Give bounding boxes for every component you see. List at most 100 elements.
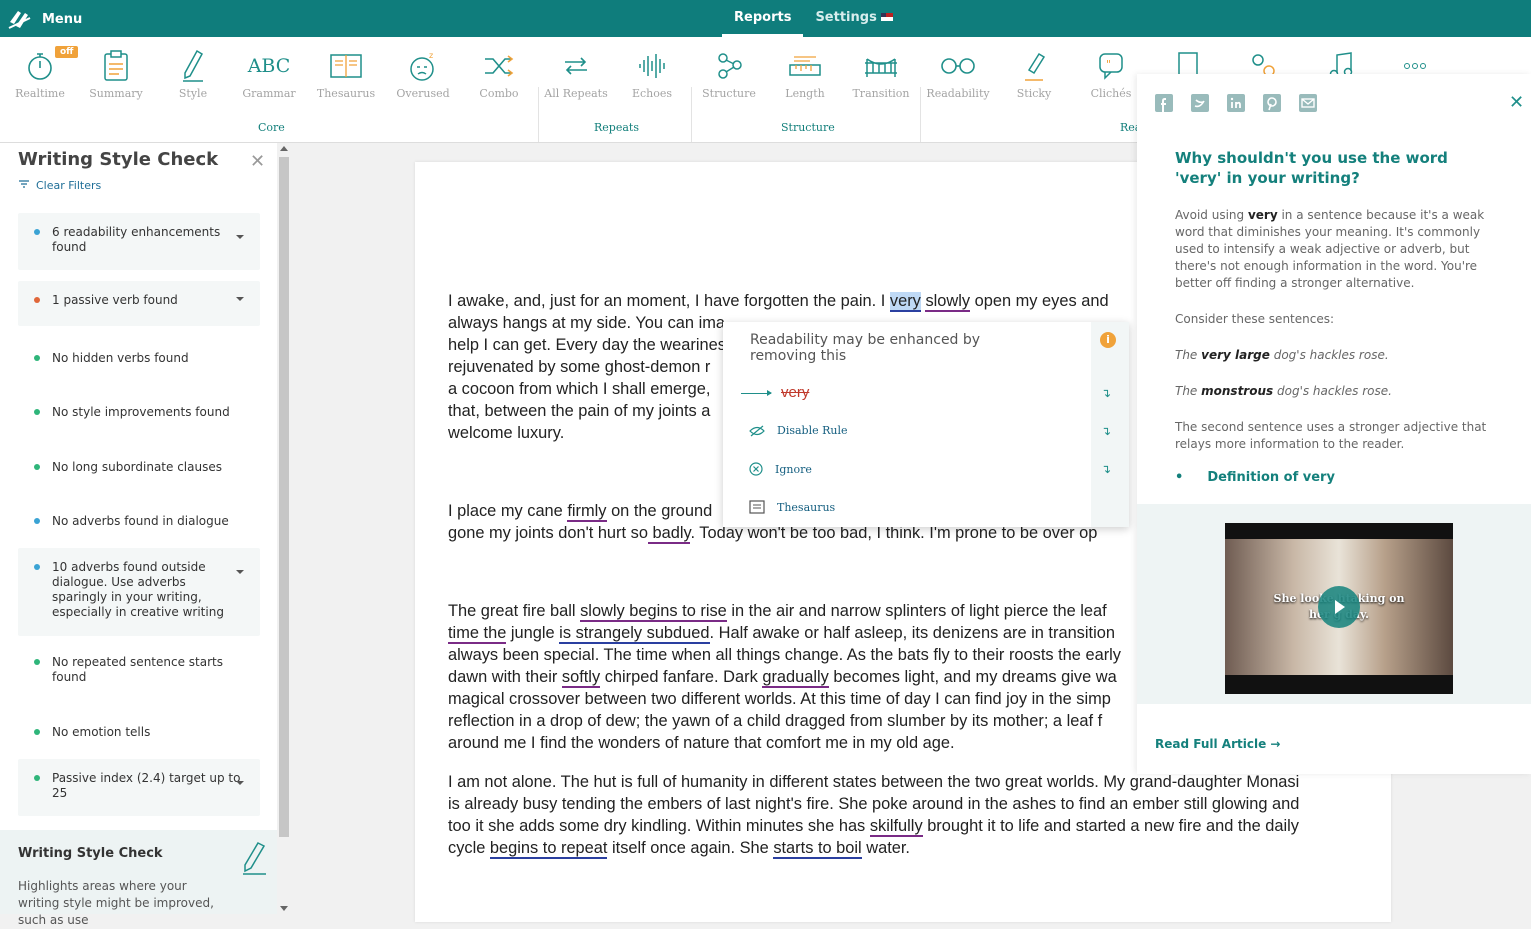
eye-off-icon (749, 425, 765, 436)
chevron-down-icon[interactable] (236, 781, 244, 785)
status-dot (34, 775, 40, 781)
result-item: No hidden verbs found (18, 339, 260, 379)
tool-style[interactable]: Style (155, 47, 231, 100)
text-run: too it she adds some dry kindling. Withi… (448, 817, 870, 835)
close-article-icon[interactable]: ✕ (1509, 92, 1524, 113)
tool-label: Sticky (1016, 87, 1052, 100)
tool-length[interactable]: Length (767, 47, 843, 100)
flagged-adverb[interactable]: softly (561, 668, 601, 688)
shuffle-icon (485, 55, 514, 77)
clear-filters-link[interactable]: Clear Filters (18, 179, 101, 192)
text-line: cycle begins to repeat itself once again… (448, 837, 1348, 859)
flagged-phrase[interactable]: is strangely subdued (559, 624, 710, 644)
flagged-adverb[interactable]: firmly (567, 502, 607, 522)
facebook-icon[interactable] (1155, 94, 1173, 112)
flagged-adverb[interactable]: badly (647, 524, 691, 544)
text-run: dawn with their (448, 668, 562, 686)
left-scrollbar[interactable] (277, 143, 291, 914)
scrollbar-thumb[interactable] (279, 157, 289, 837)
tool-readability[interactable]: Readability (920, 47, 996, 100)
flagged-adverb[interactable]: slowly (925, 292, 971, 312)
flagged-phrase[interactable]: starts to boil (773, 839, 862, 859)
flagged-adverb[interactable]: gradually (762, 668, 829, 688)
close-panel-icon[interactable]: ✕ (250, 151, 265, 172)
status-dot (34, 659, 40, 665)
tool-label: Thesaurus (316, 87, 376, 100)
result-item[interactable]: 1 passive verb found (18, 281, 260, 326)
result-item: No long subordinate clauses (18, 448, 260, 488)
email-icon[interactable] (1299, 94, 1317, 112)
text-line: too it she adds some dry kindling. Withi… (448, 815, 1348, 837)
svg-text:": " (1106, 58, 1111, 71)
chevron-down-icon[interactable] (236, 570, 244, 574)
tool-echoes[interactable]: Echoes (614, 47, 690, 100)
panel-title: Writing Style Check (18, 149, 219, 170)
circle-x-icon (749, 462, 763, 476)
tab-reports[interactable]: Reports (722, 0, 804, 37)
report-description: Writing Style Check Highlights areas whe… (0, 830, 277, 927)
text-run: jungle (506, 624, 560, 642)
result-text: No long subordinate clauses (52, 460, 222, 474)
result-item[interactable]: Passive index (2.4) target up to 25 (18, 759, 260, 816)
glasses-icon (941, 58, 975, 74)
glue-icon (1025, 52, 1046, 81)
text-run: The (1175, 348, 1202, 362)
tool-label: Realtime (15, 87, 65, 100)
video-player[interactable]: She looke htaking onher g day. (1225, 523, 1453, 694)
highlighted-word-very[interactable]: very (889, 292, 921, 312)
article-paragraph: Avoid using very in a sentence because i… (1175, 207, 1490, 292)
ignore-action[interactable]: Ignore (749, 462, 812, 476)
tool-transition[interactable]: Transition (843, 47, 919, 100)
bridge-icon (865, 58, 897, 77)
flagged-phrase[interactable]: time the (448, 624, 507, 644)
text-line: is already busy tending the embers of la… (448, 795, 1300, 813)
tool-thesaurus[interactable]: Thesaurus (308, 47, 384, 100)
apply-icon[interactable]: ↴ (1101, 424, 1111, 438)
twitter-icon[interactable] (1191, 94, 1209, 112)
share-buttons (1155, 94, 1317, 112)
linkedin-icon[interactable] (1227, 94, 1245, 112)
paragraph-4[interactable]: I am not alone. The hut is full of human… (448, 771, 1348, 859)
suggestion-removal[interactable]: very (781, 384, 809, 401)
tool-label: Summary (89, 87, 143, 100)
top-bar: Menu Reports Settings (0, 0, 1531, 37)
tool-all-repeats[interactable]: All Repeats (538, 47, 614, 100)
writing-style-panel: Writing Style Check ✕ Clear Filters 6 re… (0, 143, 277, 927)
scroll-up-icon[interactable] (280, 146, 288, 151)
group-label-structure: Structure (781, 121, 835, 134)
tool-grammar[interactable]: ABC Grammar (231, 47, 307, 100)
tool-combo[interactable]: Combo (461, 47, 537, 100)
tab-settings[interactable]: Settings (803, 0, 904, 37)
result-text: 1 passive verb found (52, 293, 178, 307)
play-icon[interactable] (1318, 586, 1360, 628)
chevron-down-icon[interactable] (236, 235, 244, 239)
definition-link[interactable]: Definition of very (1175, 470, 1335, 485)
tired-face-icon: z (410, 51, 434, 81)
menu-button[interactable]: Menu (8, 8, 82, 30)
scroll-down-icon[interactable] (280, 906, 288, 911)
apply-icon[interactable]: ↴ (1101, 386, 1111, 400)
read-full-article-link[interactable]: Read Full Article → (1155, 737, 1280, 751)
flagged-phrase[interactable]: begins to repeat (489, 839, 608, 859)
info-icon[interactable]: i (1100, 332, 1116, 348)
thesaurus-action[interactable]: Thesaurus (749, 500, 835, 514)
text-run: chirped fanfare. Dark (600, 668, 763, 686)
tool-overused[interactable]: z Overused (385, 47, 461, 100)
flagged-phrase[interactable]: slowly begins to rise (580, 602, 727, 622)
chevron-down-icon[interactable] (236, 297, 244, 301)
apply-icon[interactable]: ↴ (1101, 462, 1111, 476)
status-dot (34, 564, 40, 570)
logo-icon (8, 11, 31, 29)
result-item[interactable]: 10 adverbs found outside dialogue. Use a… (18, 548, 260, 636)
text-run: I awake, and, just for an moment, I have… (448, 292, 890, 310)
flagged-adverb[interactable]: skilfully (869, 817, 923, 837)
tool-sticky[interactable]: Sticky (996, 47, 1072, 100)
result-text: Passive index (2.4) target up to 25 (52, 771, 241, 800)
result-item[interactable]: 6 readability enhancements found (18, 213, 260, 270)
disable-rule-action[interactable]: Disable Rule (749, 424, 848, 437)
disable-rule-label: Disable Rule (777, 424, 848, 437)
book-icon (330, 54, 362, 78)
tool-structure[interactable]: Structure (691, 47, 767, 100)
tool-summary[interactable]: Summary (78, 47, 154, 100)
pinterest-icon[interactable] (1263, 94, 1281, 112)
